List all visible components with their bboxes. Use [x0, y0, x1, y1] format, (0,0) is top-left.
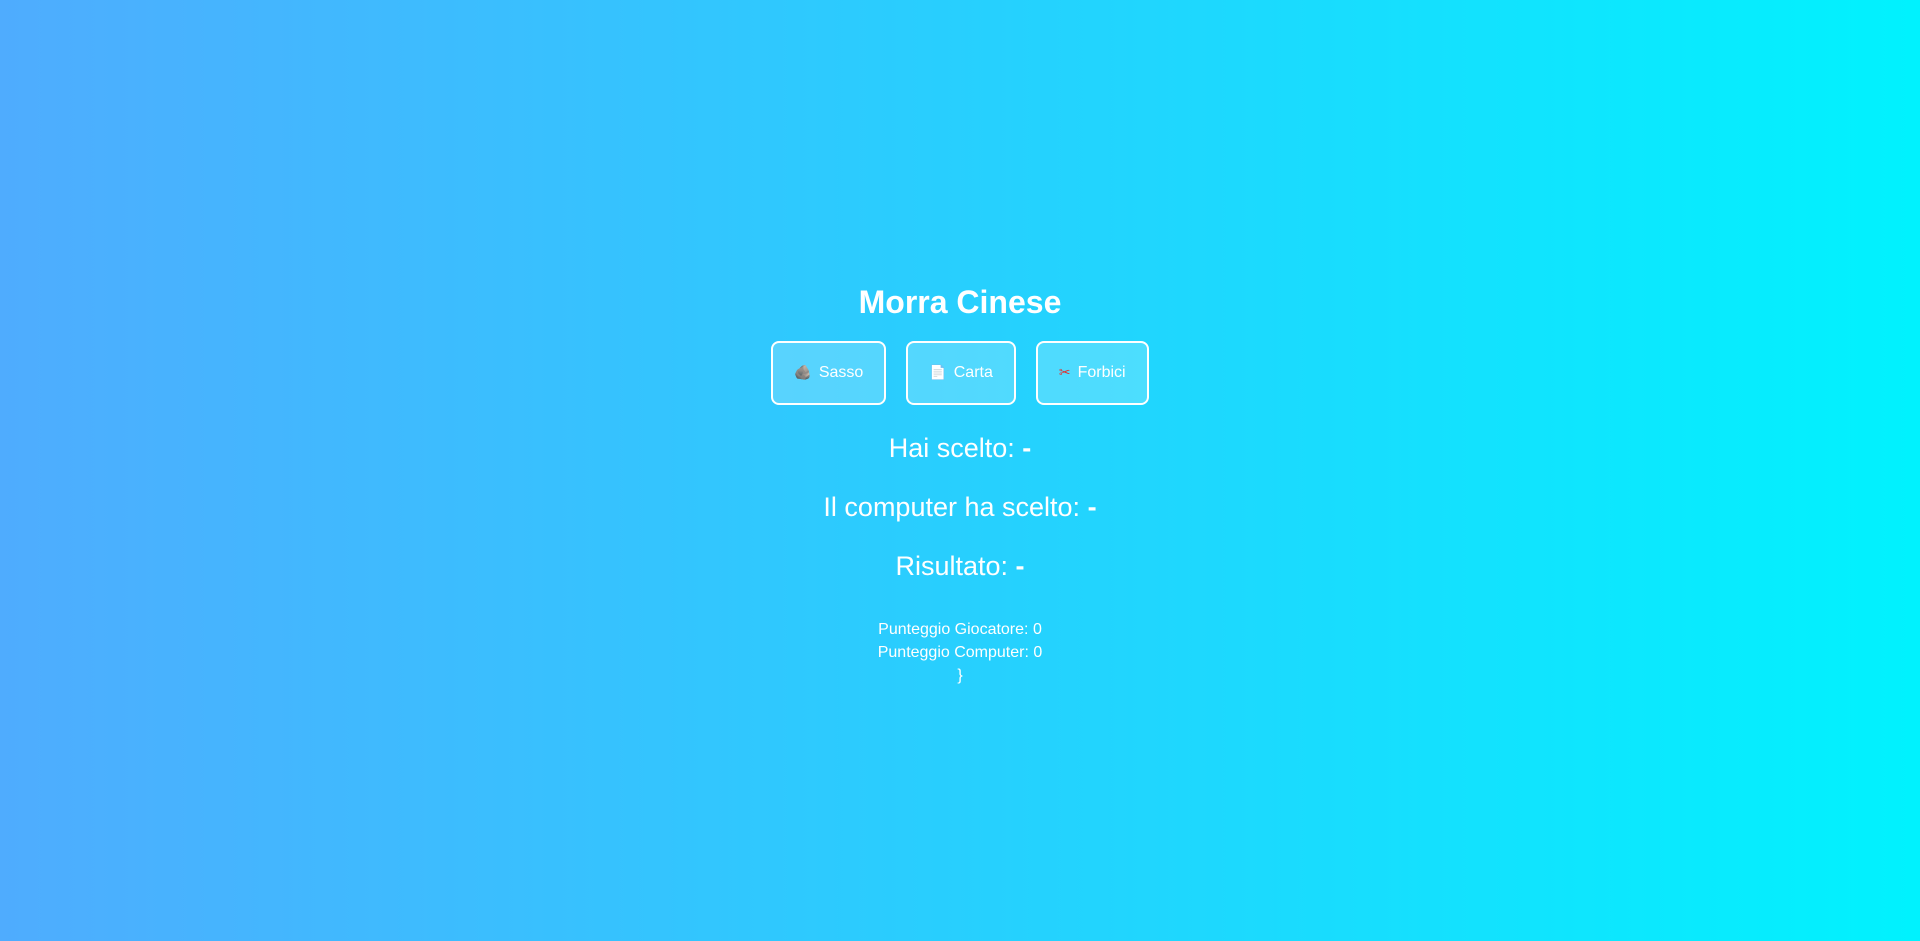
computer-choice-value: - [1087, 492, 1097, 522]
result-label: Risultato: [895, 551, 1009, 581]
computer-score-label: Punteggio Computer: [877, 644, 1029, 661]
player-choice: Hai scelto: - [0, 433, 1920, 464]
rock-button-label: Sasso [818, 364, 864, 381]
game-title: Morra Cinese [858, 284, 1062, 320]
computer-score: Punteggio Computer: 0 [0, 641, 1920, 664]
computer-score-value: 0 [1033, 644, 1043, 661]
paper-button-label: Carta [953, 364, 993, 381]
player-score: Punteggio Giocatore: 0 [0, 618, 1920, 641]
computer-choice-label: Il computer ha scelto: [823, 492, 1081, 522]
stray-brace: } [957, 667, 963, 684]
player-score-value: 0 [1032, 621, 1042, 638]
player-choice-value: - [1022, 433, 1032, 463]
choice-buttons: 🪨 Sasso 📄 Carta ✂ Forbici [0, 341, 1920, 405]
player-score-label: Punteggio Giocatore: [878, 621, 1029, 638]
rock-button[interactable]: 🪨 Sasso [771, 341, 887, 405]
scoreboard: Punteggio Giocatore: 0 Punteggio Compute… [0, 618, 1920, 687]
scissors-button[interactable]: ✂ Forbici [1035, 341, 1149, 405]
paper-button[interactable]: 📄 Carta [906, 341, 1016, 405]
paper-icon: 📄 [929, 365, 947, 381]
game-container: Morra Cinese 🪨 Sasso 📄 Carta ✂ Forbici H… [0, 280, 1920, 687]
player-choice-label: Hai scelto: [888, 433, 1015, 463]
scissors-icon: ✂ [1058, 365, 1071, 381]
result: Risultato: - [0, 551, 1920, 582]
computer-choice: Il computer ha scelto: - [0, 492, 1920, 523]
result-value: - [1015, 551, 1025, 581]
rock-icon: 🪨 [794, 365, 812, 381]
scissors-button-label: Forbici [1077, 364, 1126, 381]
